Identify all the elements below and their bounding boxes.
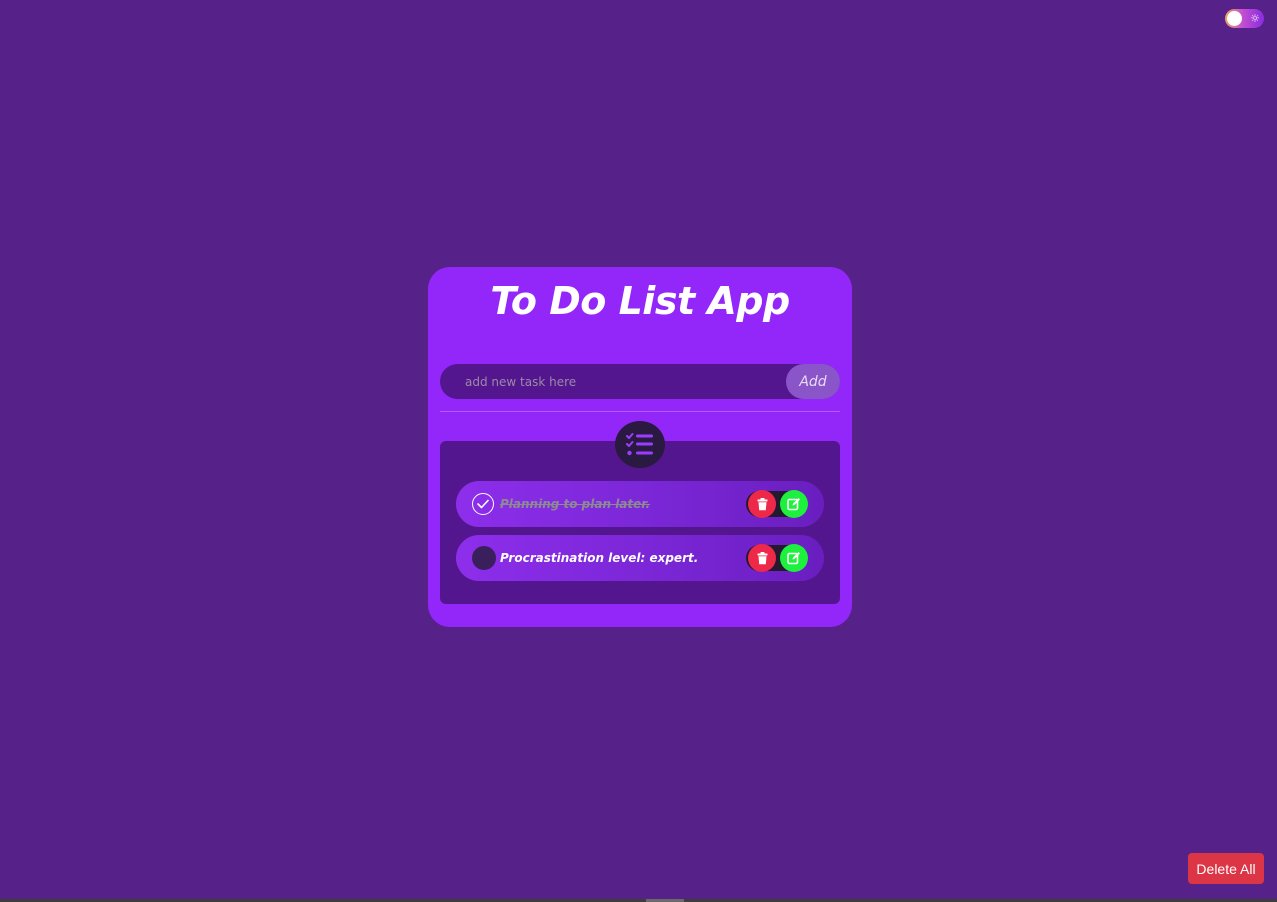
task-input[interactable] xyxy=(440,364,780,399)
task-checkbox-unchecked[interactable] xyxy=(472,546,496,570)
divider xyxy=(440,411,840,412)
task-input-row: Add xyxy=(440,364,840,399)
delete-task-button[interactable] xyxy=(748,490,776,518)
task-actions xyxy=(746,544,808,572)
task-item: Procrastination level: expert. xyxy=(456,535,824,581)
task-text: Planning to plan later. xyxy=(500,497,651,511)
add-button[interactable]: Add xyxy=(786,364,840,399)
task-text: Procrastination level: expert. xyxy=(500,551,699,565)
task-list-badge xyxy=(615,421,665,468)
task-list-icon xyxy=(626,432,653,455)
edit-task-button[interactable] xyxy=(780,544,808,572)
edit-task-button[interactable] xyxy=(780,490,808,518)
trash-icon xyxy=(757,551,767,564)
todo-card: To Do List App Add Planning to plan late… xyxy=(428,267,852,627)
sun-icon: ☼ xyxy=(1250,12,1260,25)
task-checkbox-checked[interactable] xyxy=(472,493,494,515)
task-item: Planning to plan later. xyxy=(456,481,824,527)
edit-icon xyxy=(787,498,800,511)
task-actions xyxy=(746,490,808,518)
theme-toggle[interactable]: ☼ xyxy=(1225,9,1264,28)
delete-task-button[interactable] xyxy=(748,544,776,572)
app-title: To Do List App xyxy=(490,279,790,323)
delete-all-button[interactable]: Delete All xyxy=(1188,853,1264,884)
edit-icon xyxy=(787,552,800,565)
toggle-knob xyxy=(1227,11,1242,26)
checkmark-icon xyxy=(477,499,489,509)
trash-icon xyxy=(757,497,767,510)
